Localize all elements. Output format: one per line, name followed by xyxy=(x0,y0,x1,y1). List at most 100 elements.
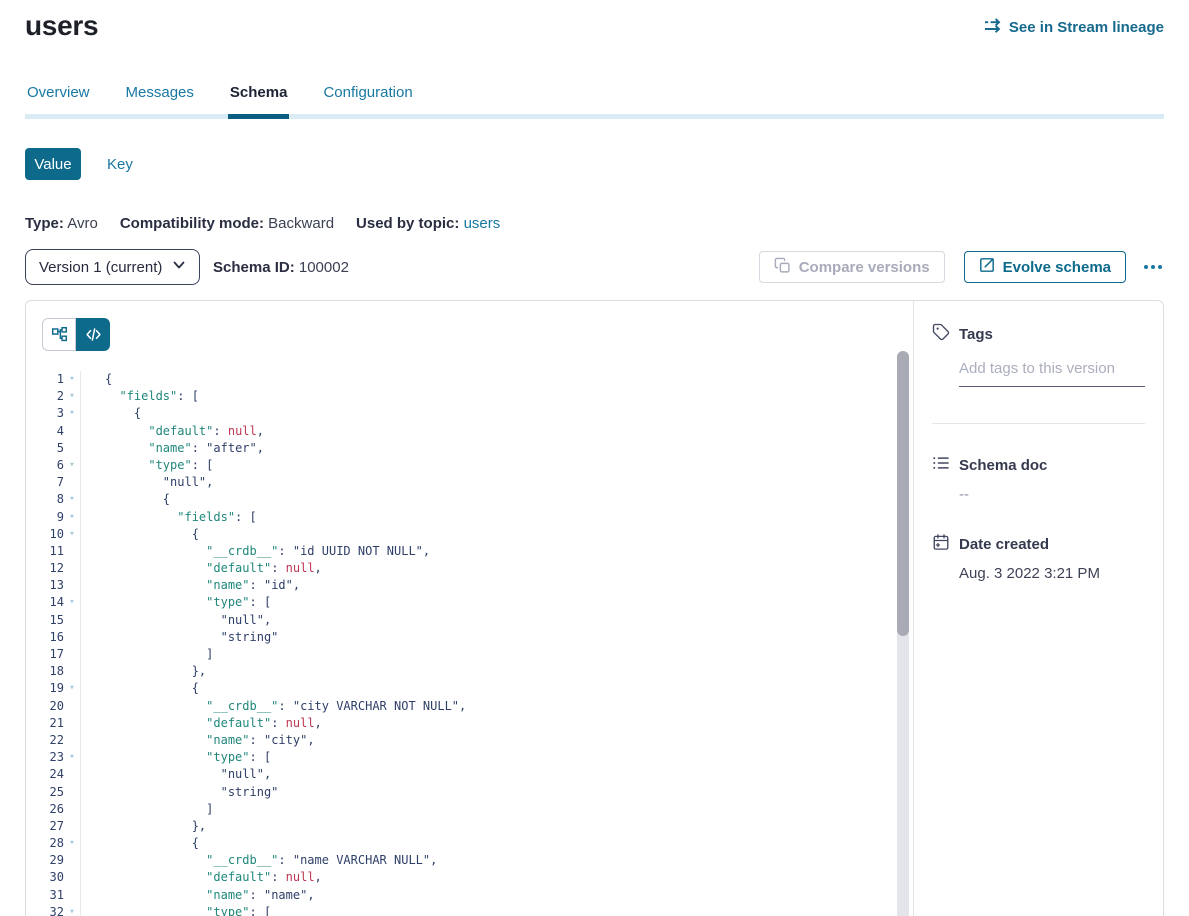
code-line: 23▾ "type": [ xyxy=(26,749,913,766)
fold-gutter xyxy=(64,474,81,491)
code-line: 25 "string" xyxy=(26,784,913,801)
fold-arrow-icon[interactable]: ▾ xyxy=(64,457,81,474)
code-lines[interactable]: 1▾{2▾ "fields": [3▾ {4 "default": null,5… xyxy=(26,371,913,916)
line-number: 6 xyxy=(26,457,64,474)
value-key-toggle: Value Key xyxy=(25,148,1164,180)
topic-link[interactable]: users xyxy=(464,215,501,232)
code-line: 9▾ "fields": [ xyxy=(26,509,913,526)
scrollbar-thumb[interactable] xyxy=(897,351,909,636)
code-text: "name": "id", xyxy=(81,577,300,594)
code-line: 19▾ { xyxy=(26,680,913,697)
key-tab-button[interactable]: Key xyxy=(107,156,133,173)
see-in-stream-lineage-link[interactable]: See in Stream lineage xyxy=(984,18,1164,37)
line-number: 16 xyxy=(26,629,64,646)
code-line: 3▾ { xyxy=(26,405,913,422)
line-number: 4 xyxy=(26,423,64,440)
chevron-down-icon xyxy=(171,257,187,277)
code-line: 8▾ { xyxy=(26,491,913,508)
fold-gutter xyxy=(64,887,81,904)
line-number: 1 xyxy=(26,371,64,388)
line-number: 7 xyxy=(26,474,64,491)
schema-doc-section: Schema doc -- xyxy=(932,454,1145,503)
compare-versions-button[interactable]: Compare versions xyxy=(759,251,945,283)
code-text: { xyxy=(81,680,199,697)
fold-arrow-icon[interactable]: ▾ xyxy=(64,835,81,852)
code-text: ] xyxy=(81,646,213,663)
code-line: 5 "name": "after", xyxy=(26,440,913,457)
compatibility-mode: Compatibility mode: Backward xyxy=(120,215,334,232)
tree-view-button[interactable] xyxy=(42,318,76,351)
line-number: 22 xyxy=(26,732,64,749)
calendar-plus-icon xyxy=(932,533,950,555)
line-number: 26 xyxy=(26,801,64,818)
date-created-header: Date created xyxy=(932,533,1145,555)
code-line: 11 "__crdb__": "id UUID NOT NULL", xyxy=(26,543,913,560)
version-select-value: Version 1 (current) xyxy=(39,259,162,276)
code-text: "type": [ xyxy=(81,749,271,766)
fold-gutter xyxy=(64,543,81,560)
fold-arrow-icon[interactable]: ▾ xyxy=(64,509,81,526)
line-number: 5 xyxy=(26,440,64,457)
fold-arrow-icon[interactable]: ▾ xyxy=(64,904,81,916)
fold-arrow-icon[interactable]: ▾ xyxy=(64,749,81,766)
line-number: 14 xyxy=(26,594,64,611)
code-text: "__crdb__": "city VARCHAR NOT NULL", xyxy=(81,698,466,715)
tab-messages[interactable]: Messages xyxy=(124,84,196,119)
code-text: { xyxy=(81,835,199,852)
tab-overview[interactable]: Overview xyxy=(25,84,92,119)
fold-arrow-icon[interactable]: ▾ xyxy=(64,371,81,388)
version-select[interactable]: Version 1 (current) xyxy=(25,249,200,285)
fold-arrow-icon[interactable]: ▾ xyxy=(64,680,81,697)
editor-scrollbar[interactable] xyxy=(897,351,909,916)
line-number: 10 xyxy=(26,526,64,543)
tag-icon xyxy=(932,323,950,345)
line-number: 21 xyxy=(26,715,64,732)
fold-arrow-icon[interactable]: ▾ xyxy=(64,405,81,422)
value-tab-button[interactable]: Value xyxy=(25,148,81,180)
add-tags-input[interactable] xyxy=(959,358,1145,387)
code-text: "null", xyxy=(81,474,213,491)
editor-toolbar xyxy=(26,301,913,351)
fold-arrow-icon[interactable]: ▾ xyxy=(64,388,81,405)
line-number: 23 xyxy=(26,749,64,766)
tab-configuration[interactable]: Configuration xyxy=(321,84,414,119)
evolve-schema-button[interactable]: Evolve schema xyxy=(964,251,1126,283)
code-text: "null", xyxy=(81,766,271,783)
code-line: 15 "null", xyxy=(26,612,913,629)
code-text: "fields": [ xyxy=(81,388,199,405)
line-number: 9 xyxy=(26,509,64,526)
code-text: "string" xyxy=(81,784,278,801)
code-text: { xyxy=(81,526,199,543)
sidebar-divider xyxy=(932,423,1145,424)
fold-arrow-icon[interactable]: ▾ xyxy=(64,594,81,611)
version-controls-row: Version 1 (current) Schema ID: 100002 Co… xyxy=(25,249,1164,285)
code-line: 16 "string" xyxy=(26,629,913,646)
fold-arrow-icon[interactable]: ▾ xyxy=(64,526,81,543)
fold-arrow-icon[interactable]: ▾ xyxy=(64,491,81,508)
code-line: 24 "null", xyxy=(26,766,913,783)
code-line: 22 "name": "city", xyxy=(26,732,913,749)
code-line: 17 ] xyxy=(26,646,913,663)
date-created-title: Date created xyxy=(959,536,1049,553)
code-line: 28▾ { xyxy=(26,835,913,852)
schema-editor: 1▾{2▾ "fields": [3▾ {4 "default": null,5… xyxy=(26,301,913,916)
code-text: { xyxy=(81,371,112,388)
code-text: "default": null, xyxy=(81,869,322,886)
line-number: 29 xyxy=(26,852,64,869)
stream-lineage-icon xyxy=(984,18,1001,37)
more-actions-button[interactable] xyxy=(1142,259,1164,275)
tab-schema[interactable]: Schema xyxy=(228,84,290,119)
code-text: ] xyxy=(81,801,213,818)
code-text: }, xyxy=(81,818,206,835)
code-text: "null", xyxy=(81,612,271,629)
code-line: 32▾ "type": [ xyxy=(26,904,913,916)
code-line: 14▾ "type": [ xyxy=(26,594,913,611)
code-line: 30 "default": null, xyxy=(26,869,913,886)
view-mode-toggle xyxy=(42,318,110,351)
code-line: 18 }, xyxy=(26,663,913,680)
code-view-button[interactable] xyxy=(76,318,110,351)
doc-list-icon xyxy=(932,454,950,476)
code-line: 31 "name": "name", xyxy=(26,887,913,904)
line-number: 3 xyxy=(26,405,64,422)
line-number: 30 xyxy=(26,869,64,886)
